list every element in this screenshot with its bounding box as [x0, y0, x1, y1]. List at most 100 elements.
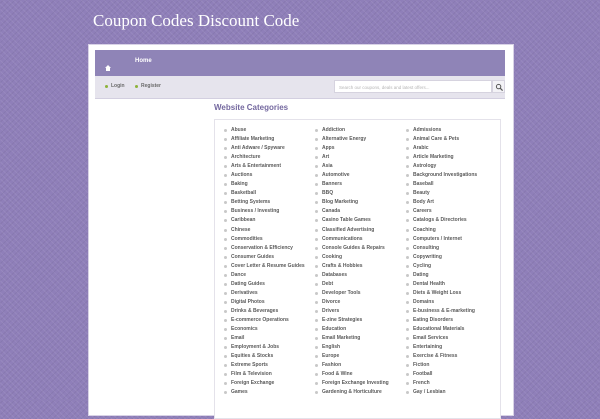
category-link[interactable]: Drivers	[315, 307, 407, 316]
register-link[interactable]: Register	[141, 83, 161, 89]
category-link[interactable]: Apps	[315, 144, 407, 153]
category-link[interactable]: Employment & Jobs	[224, 343, 316, 352]
category-link[interactable]: Coaching	[406, 226, 498, 235]
category-link[interactable]: Communications	[315, 235, 407, 244]
search-input[interactable]: Search our coupons, deals and latest off…	[334, 80, 492, 93]
category-link[interactable]: Food & Wine	[315, 370, 407, 379]
category-link[interactable]: Conservation & Efficiency	[224, 244, 316, 253]
category-link[interactable]: Dance	[224, 271, 316, 280]
category-link[interactable]: Databases	[315, 271, 407, 280]
category-link[interactable]: Business / Investing	[224, 207, 316, 216]
category-link[interactable]: Art	[315, 153, 407, 162]
category-link[interactable]: Casino Table Games	[315, 216, 407, 225]
category-link[interactable]: Alternative Energy	[315, 135, 407, 144]
category-link[interactable]: Extreme Sports	[224, 361, 316, 370]
category-link[interactable]: Fiction	[406, 361, 498, 370]
category-link[interactable]: Auctions	[224, 171, 316, 180]
category-link[interactable]: Baseball	[406, 180, 498, 189]
category-link[interactable]: Commodities	[224, 235, 316, 244]
category-link[interactable]: Affiliate Marketing	[224, 135, 316, 144]
category-link[interactable]: Animal Care & Pets	[406, 135, 498, 144]
category-link[interactable]: Email Services	[406, 334, 498, 343]
category-column-1: Abuse Affiliate Marketing Anti Adware / Sp…	[224, 126, 316, 397]
category-link[interactable]: Cooking	[315, 253, 407, 262]
category-link[interactable]: Consulting	[406, 244, 498, 253]
category-link[interactable]: Gay / Lesbian	[406, 388, 498, 397]
category-link[interactable]: Foreign Exchange Investing	[315, 379, 407, 388]
category-link[interactable]: Consumer Guides	[224, 253, 316, 262]
category-link[interactable]: Addiction	[315, 126, 407, 135]
category-link[interactable]: Architecture	[224, 153, 316, 162]
category-link[interactable]: Catalogs & Directories	[406, 216, 498, 225]
utility-bar: Login Register Search our coupons, deals…	[95, 76, 505, 99]
category-link[interactable]: Digital Photos	[224, 298, 316, 307]
category-link[interactable]: Education	[315, 325, 407, 334]
category-link[interactable]: Diets & Weight Loss	[406, 289, 498, 298]
category-link[interactable]: Football	[406, 370, 498, 379]
category-link[interactable]: Educational Materials	[406, 325, 498, 334]
category-link[interactable]: Arts & Entertainment	[224, 162, 316, 171]
category-link[interactable]: Exercise & Fitness	[406, 352, 498, 361]
category-link[interactable]: Baking	[224, 180, 316, 189]
category-link[interactable]: Body Art	[406, 198, 498, 207]
search-button[interactable]	[492, 80, 505, 93]
category-link[interactable]: Fashion	[315, 361, 407, 370]
category-link[interactable]: Foreign Exchange	[224, 379, 316, 388]
category-link[interactable]: Crafts & Hobbies	[315, 262, 407, 271]
category-link[interactable]: Cover Letter & Resume Guides	[224, 262, 316, 271]
category-link[interactable]: Banners	[315, 180, 407, 189]
category-link[interactable]: Basketball	[224, 189, 316, 198]
category-link[interactable]: French	[406, 379, 498, 388]
category-link[interactable]: Blog Marketing	[315, 198, 407, 207]
category-link[interactable]: E-zine Strategies	[315, 316, 407, 325]
category-link[interactable]: Cycling	[406, 262, 498, 271]
category-link[interactable]: Computers / Internet	[406, 235, 498, 244]
category-link[interactable]: Anti Adware / Spyware	[224, 144, 316, 153]
category-link[interactable]: Betting Systems	[224, 198, 316, 207]
category-link[interactable]: Caribbean	[224, 216, 316, 225]
category-link[interactable]: Console Guides & Repairs	[315, 244, 407, 253]
category-link[interactable]: Classified Advertising	[315, 226, 407, 235]
category-link[interactable]: Asia	[315, 162, 407, 171]
category-link[interactable]: Background Investigations	[406, 171, 498, 180]
category-link[interactable]: Eating Disorders	[406, 316, 498, 325]
category-link[interactable]: Drinks & Beverages	[224, 307, 316, 316]
category-link[interactable]: Article Marketing	[406, 153, 498, 162]
category-link[interactable]: Automotive	[315, 171, 407, 180]
category-link[interactable]: Debt	[315, 280, 407, 289]
category-link[interactable]: Abuse	[224, 126, 316, 135]
site-title[interactable]: Coupon Codes Discount Code	[93, 11, 299, 31]
category-link[interactable]: Email	[224, 334, 316, 343]
category-link[interactable]: Copywriting	[406, 253, 498, 262]
category-link[interactable]: Europe	[315, 352, 407, 361]
category-link[interactable]: Developer Tools	[315, 289, 407, 298]
category-link[interactable]: Games	[224, 388, 316, 397]
category-link[interactable]: Economics	[224, 325, 316, 334]
category-link[interactable]: Canada	[315, 207, 407, 216]
category-link[interactable]: Film & Television	[224, 370, 316, 379]
home-icon[interactable]	[104, 59, 112, 71]
category-link[interactable]: Astrology	[406, 162, 498, 171]
category-link[interactable]: Divorce	[315, 298, 407, 307]
category-link[interactable]: Beauty	[406, 189, 498, 198]
category-link[interactable]: E-commerce Operations	[224, 316, 316, 325]
category-link[interactable]: Dating Guides	[224, 280, 316, 289]
category-link[interactable]: Dental Health	[406, 280, 498, 289]
category-link[interactable]: Domains	[406, 298, 498, 307]
login-link[interactable]: Login	[111, 83, 125, 89]
category-column-2: Addiction Alternative Energy Apps Art Asia Au…	[315, 126, 407, 397]
category-link[interactable]: Equities & Stocks	[224, 352, 316, 361]
category-link[interactable]: Arabic	[406, 144, 498, 153]
category-link[interactable]: Dating	[406, 271, 498, 280]
category-link[interactable]: Entertaining	[406, 343, 498, 352]
category-link[interactable]: Admissions	[406, 126, 498, 135]
category-link[interactable]: BBQ	[315, 189, 407, 198]
nav-home-link[interactable]: Home	[135, 58, 152, 64]
category-link[interactable]: Gardening & Horticulture	[315, 388, 407, 397]
category-link[interactable]: Chinese	[224, 226, 316, 235]
category-link[interactable]: Careers	[406, 207, 498, 216]
category-link[interactable]: E-business & E-marketing	[406, 307, 498, 316]
category-link[interactable]: English	[315, 343, 407, 352]
category-link[interactable]: Email Marketing	[315, 334, 407, 343]
category-link[interactable]: Derivatives	[224, 289, 316, 298]
